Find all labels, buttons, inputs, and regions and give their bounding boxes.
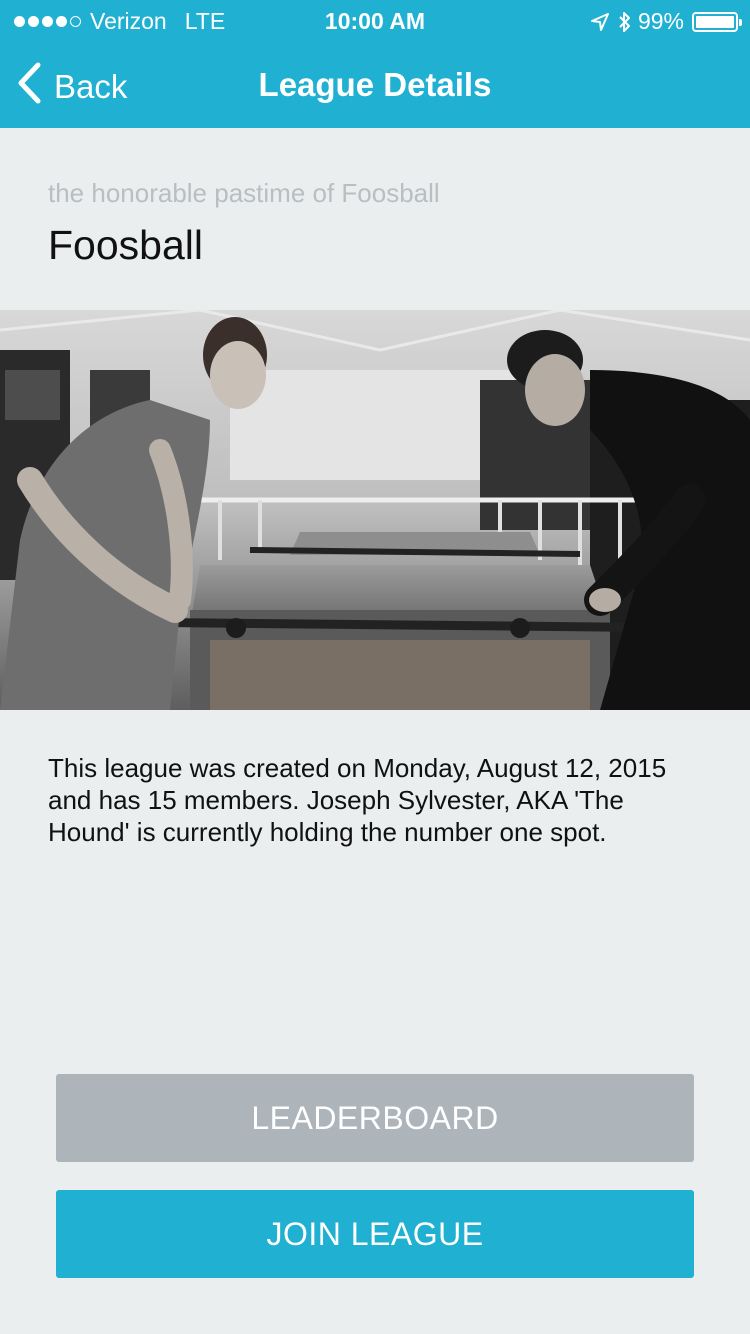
league-photo <box>0 310 750 710</box>
status-bar: Verizon LTE 10:00 AM 99% <box>0 0 750 40</box>
join-league-button[interactable]: JOIN LEAGUE <box>56 1190 694 1278</box>
battery-percent: 99% <box>637 8 684 34</box>
battery-fill <box>696 15 734 28</box>
location-arrow-icon <box>590 12 610 32</box>
league-name: Foosball <box>48 222 203 268</box>
page-title: League Details <box>258 66 492 103</box>
leaderboard-button[interactable]: LEADERBOARD <box>56 1074 694 1162</box>
league-subtitle: the honorable pastime of Foosball <box>48 178 440 208</box>
navigation-header: Verizon LTE 10:00 AM 99% Back League Det… <box>0 0 750 128</box>
league-description: This league was created on Monday, Augus… <box>48 753 667 847</box>
foosball-players-image <box>0 310 750 710</box>
bluetooth-icon <box>618 11 632 33</box>
status-right: 99% <box>590 8 742 35</box>
battery-icon <box>692 11 742 32</box>
